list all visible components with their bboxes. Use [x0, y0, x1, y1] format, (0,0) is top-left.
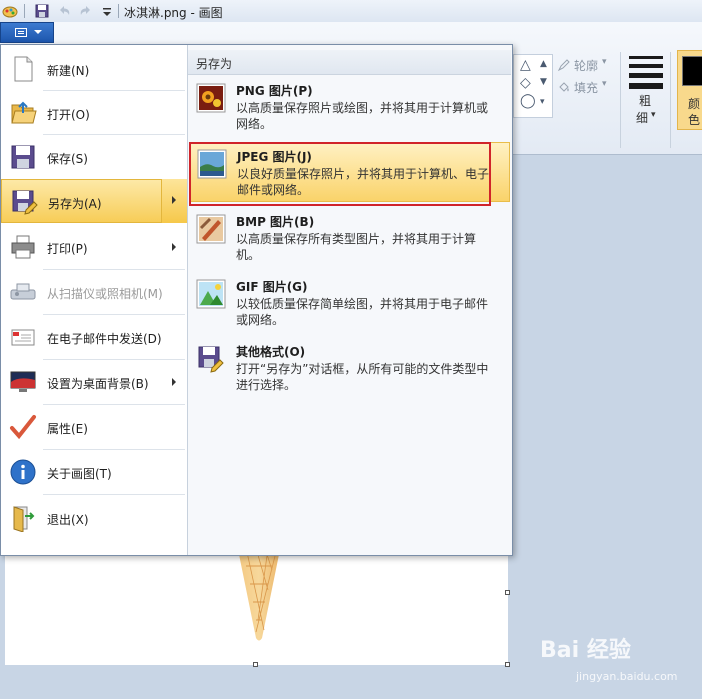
watermark-url: jingyan.baidu.com	[576, 670, 678, 683]
save-as-option-description: 以较低质量保存简单绘图，并将其用于电子邮件或网络。	[236, 297, 489, 327]
email-icon	[11, 329, 35, 346]
size-dropdown-icon[interactable]: ▾	[651, 110, 656, 120]
color1-swatch	[682, 56, 702, 86]
save-as-option-description: 以高质量保存照片或绘图，并将其用于计算机或网络。	[236, 101, 489, 131]
menu-item-open[interactable]: 打开(O)	[1, 91, 186, 135]
menu-item-send-email[interactable]: 在电子邮件中发送(D)	[1, 315, 186, 359]
canvas-resize-handle-bottom[interactable]	[253, 662, 258, 667]
menu-item-label: 设置为桌面背景(B)	[47, 377, 149, 391]
submenu-arrow-icon	[172, 378, 176, 386]
redo-icon[interactable]	[78, 3, 94, 19]
scanner-icon	[10, 283, 36, 300]
other-formats-icon	[198, 346, 224, 373]
save-as-option-description: 以高质量保存所有类型图片，并将其用于计算机。	[236, 232, 477, 262]
baidu-jingyan-watermark: Bai 经验	[540, 632, 631, 664]
quick-save-icon[interactable]	[34, 3, 50, 19]
info-icon	[10, 459, 36, 485]
bmp-image-icon	[196, 214, 226, 244]
fill-bucket-icon	[559, 82, 569, 92]
save-as-png[interactable]: PNG 图片(P) 以高质量保存照片或绘图，并将其用于计算机或网络。	[190, 77, 510, 137]
size-label-1[interactable]: 粗	[639, 92, 651, 109]
menu-item-save[interactable]: 保存(S)	[1, 135, 186, 179]
gallery-expand-icon[interactable]: ▾	[540, 97, 545, 107]
color-label-2: 色	[688, 113, 701, 127]
save-as-other-formats[interactable]: 其他格式(O) 打开“另存为”对话框，从所有可能的文件类型中进行选择。	[190, 338, 510, 398]
menu-item-print[interactable]: 打印(P)	[1, 225, 186, 269]
paint-app-menu: 新建(N) 打开(O) 保存(S) 另存为(A) 打印(P) 从扫描仪或照相机(…	[0, 44, 513, 556]
outline-pen-icon	[557, 59, 570, 72]
printer-icon	[11, 235, 35, 259]
outline-dropdown-icon[interactable]: ▾	[602, 57, 607, 67]
diamond-shape-icon[interactable]: ◇	[520, 75, 531, 91]
fill-dropdown-icon[interactable]: ▾	[602, 79, 607, 89]
save-as-option-title: PNG 图片(P)	[236, 84, 313, 98]
color-label-1: 颜	[688, 97, 701, 111]
scroll-up-icon[interactable]: ▲	[540, 59, 547, 69]
menu-item-about-paint[interactable]: 关于画图(T)	[1, 450, 186, 494]
open-folder-icon	[11, 101, 37, 124]
outline-label[interactable]: 轮廓	[574, 57, 598, 74]
menu-item-save-as[interactable]: 另存为(A)	[1, 179, 186, 223]
menu-glyph-icon	[15, 28, 27, 37]
new-document-icon	[14, 56, 33, 82]
save-as-header-label: 另存为	[196, 57, 233, 71]
canvas-resize-handle-right[interactable]	[505, 590, 510, 595]
menu-item-set-desktop-background[interactable]: 设置为桌面背景(B)	[1, 360, 186, 404]
save-as-submenu-arrow-zone[interactable]	[161, 179, 187, 223]
desktop-background-icon	[10, 371, 36, 392]
save-as-option-title: GIF 图片(G)	[236, 280, 308, 294]
menu-item-properties[interactable]: 属性(E)	[1, 405, 186, 449]
save-disk-icon	[11, 145, 35, 169]
watermark-main-text: Bai 经验	[540, 638, 631, 663]
menu-item-label: 属性(E)	[47, 422, 88, 436]
size-lines-icon[interactable]	[629, 56, 663, 94]
save-as-option-description: 打开“另存为”对话框，从所有可能的文件类型中进行选择。	[236, 362, 489, 392]
submenu-arrow-icon	[172, 243, 176, 251]
properties-check-icon	[10, 415, 36, 440]
save-as-bmp[interactable]: BMP 图片(B) 以高质量保存所有类型图片，并将其用于计算机。	[190, 208, 510, 268]
menu-item-from-scanner: 从扫描仪或照相机(M)	[1, 270, 186, 314]
fill-label[interactable]: 填充	[574, 79, 598, 96]
window-title: 冰淇淋.png - 画图	[124, 6, 223, 20]
callout-shape-icon[interactable]: ◯	[520, 93, 536, 109]
shapes-gallery[interactable]: △ ◇ ◯ ▲ ▼ ▾	[513, 54, 553, 118]
size-label-2[interactable]: 细	[636, 109, 648, 126]
save-as-option-title: 其他格式(O)	[236, 345, 306, 359]
menu-item-label: 退出(X)	[47, 513, 89, 527]
menu-item-label: 另存为(A)	[48, 197, 102, 211]
menu-item-label: 从扫描仪或照相机(M)	[47, 287, 163, 301]
annotation-highlight-box	[189, 142, 491, 206]
menu-item-label: 在电子邮件中发送(D)	[47, 332, 162, 346]
canvas-resize-handle-corner[interactable]	[505, 662, 510, 667]
menu-dropdown-icon	[34, 30, 42, 34]
menu-item-exit[interactable]: 退出(X)	[1, 496, 186, 540]
paint-menu-button[interactable]	[0, 22, 54, 43]
scroll-down-icon[interactable]: ▼	[540, 77, 547, 87]
menu-item-new[interactable]: 新建(N)	[1, 47, 186, 91]
save-as-gif[interactable]: GIF 图片(G) 以较低质量保存简单绘图，并将其用于电子邮件或网络。	[190, 273, 510, 333]
gif-image-icon	[196, 279, 226, 309]
triangle-shape-icon[interactable]: △	[520, 57, 531, 73]
menu-item-label: 关于画图(T)	[47, 467, 112, 481]
exit-icon	[13, 506, 35, 532]
png-image-icon	[196, 83, 226, 113]
save-as-submenu: 另存为 PNG 图片(P) 以高质量保存照片或绘图，并将其用于计算机或网络。 J…	[187, 45, 512, 555]
customize-toolbar-icon[interactable]	[99, 3, 115, 19]
title-bar: 冰淇淋.png - 画图	[0, 0, 702, 23]
menu-item-label: 打开(O)	[47, 108, 90, 122]
submenu-arrow-icon	[172, 196, 176, 204]
save-as-icon	[12, 190, 38, 215]
undo-icon[interactable]	[56, 3, 72, 19]
save-as-option-title: BMP 图片(B)	[236, 215, 315, 229]
menu-item-label: 新建(N)	[47, 64, 90, 78]
save-as-header: 另存为	[188, 50, 511, 75]
paint-app-icon	[2, 6, 18, 18]
color1-button[interactable]: 颜 色	[677, 50, 702, 130]
menu-item-label: 打印(P)	[47, 242, 88, 256]
menu-item-label: 保存(S)	[47, 152, 88, 166]
menu-left-pane: 新建(N) 打开(O) 保存(S) 另存为(A) 打印(P) 从扫描仪或照相机(…	[1, 45, 187, 555]
